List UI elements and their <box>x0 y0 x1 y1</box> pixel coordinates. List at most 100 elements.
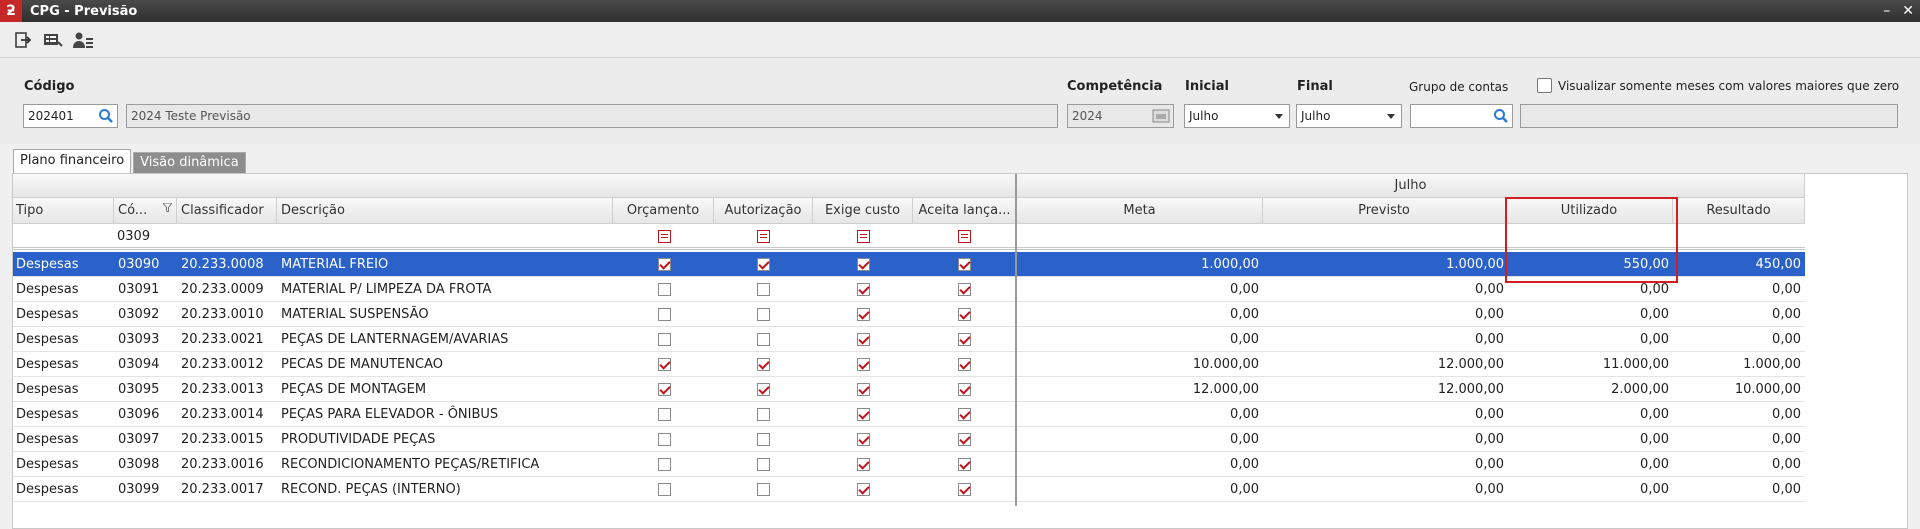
cell-orcamento <box>658 452 671 476</box>
cell-autorizacao <box>757 477 770 501</box>
aceita-checkbox[interactable] <box>958 482 971 496</box>
col-header-previsto[interactable]: Previsto <box>1263 198 1506 224</box>
exige-checkbox[interactable] <box>857 382 870 396</box>
filter-codigo[interactable]: 0309 <box>117 224 150 248</box>
autorizacao-checkbox[interactable] <box>757 332 770 346</box>
cell-resultado: 0,00 <box>1772 306 1801 322</box>
list-icon[interactable] <box>42 29 64 51</box>
visualizar-option[interactable]: Visualizar somente meses com valores mai… <box>1537 78 1899 93</box>
cell-previsto: 0,00 <box>1475 331 1504 347</box>
cell-tipo: Despesas <box>16 256 79 272</box>
col-header-exige-custo[interactable]: Exige custo <box>813 198 913 224</box>
autorizacao-checkbox[interactable] <box>757 307 770 321</box>
cell-codigo: 03098 <box>118 456 160 472</box>
aceita-checkbox[interactable] <box>958 407 971 421</box>
autorizacao-checkbox[interactable] <box>757 382 770 396</box>
cell-previsto: 12.000,00 <box>1437 381 1504 397</box>
visualizar-checkbox[interactable] <box>1537 78 1552 93</box>
col-header-tipo[interactable]: Tipo <box>13 198 114 224</box>
autorizacao-checkbox[interactable] <box>757 482 770 496</box>
aceita-checkbox[interactable] <box>958 332 971 346</box>
orcamento-checkbox[interactable] <box>658 332 671 346</box>
cell-descricao: RECONDICIONAMENTO PEÇAS/RETIFICA <box>281 456 540 472</box>
user-icon[interactable] <box>72 29 94 51</box>
cell-codigo: 03091 <box>118 281 160 297</box>
tab-plano-financeiro[interactable]: Plano financeiro <box>13 149 132 173</box>
cell-codigo: 03097 <box>118 431 160 447</box>
cell-tipo: Despesas <box>16 331 79 347</box>
tab-visao-dinamica[interactable]: Visão dinâmica <box>133 152 246 173</box>
filter-autorizacao[interactable] <box>757 224 770 248</box>
calendar-icon[interactable] <box>1152 108 1170 127</box>
frozen-separator <box>1015 174 1017 506</box>
aceita-checkbox[interactable] <box>958 307 971 321</box>
aceita-checkbox[interactable] <box>958 382 971 396</box>
exit-icon[interactable] <box>12 29 34 51</box>
orcamento-checkbox[interactable] <box>658 457 671 471</box>
autorizacao-checkbox[interactable] <box>757 257 770 271</box>
col-header-utilizado[interactable]: Utilizado <box>1506 198 1673 224</box>
codigo-field[interactable]: 202401 <box>23 104 118 128</box>
exige-checkbox[interactable] <box>857 307 870 321</box>
autorizacao-checkbox[interactable] <box>757 457 770 471</box>
autorizacao-checkbox[interactable] <box>757 432 770 446</box>
orcamento-checkbox[interactable] <box>658 257 671 271</box>
col-header-resultado[interactable]: Resultado <box>1673 198 1805 224</box>
col-header-meta[interactable]: Meta <box>1017 198 1263 224</box>
col-header-autorizacao[interactable]: Autorização <box>714 198 813 224</box>
exige-checkbox[interactable] <box>857 432 870 446</box>
competencia-field: 2024 <box>1067 104 1174 128</box>
exige-checkbox[interactable] <box>857 407 870 421</box>
search-icon[interactable] <box>1493 108 1509 127</box>
cell-previsto: 0,00 <box>1475 281 1504 297</box>
filter-aceita[interactable] <box>958 224 971 248</box>
cell-aceita <box>958 427 971 451</box>
orcamento-checkbox[interactable] <box>658 432 671 446</box>
aceita-checkbox[interactable] <box>958 457 971 471</box>
filter-icon[interactable] <box>161 201 174 216</box>
orcamento-checkbox[interactable] <box>658 382 671 396</box>
cell-orcamento <box>658 302 671 326</box>
search-icon[interactable] <box>98 108 114 127</box>
filter-checkbox[interactable] <box>757 229 770 243</box>
exige-checkbox[interactable] <box>857 282 870 296</box>
minimize-button[interactable]: – <box>1883 3 1890 19</box>
col-header-classificador[interactable]: Classificador <box>177 198 277 224</box>
autorizacao-checkbox[interactable] <box>757 282 770 296</box>
orcamento-checkbox[interactable] <box>658 407 671 421</box>
autorizacao-checkbox[interactable] <box>757 407 770 421</box>
col-header-orcamento[interactable]: Orçamento <box>613 198 714 224</box>
col-header-aceita[interactable]: Aceita lança... <box>913 198 1017 224</box>
final-select[interactable]: Julho <box>1296 104 1402 128</box>
exige-checkbox[interactable] <box>857 332 870 346</box>
grupo-field[interactable] <box>1410 104 1513 128</box>
cell-meta: 1.000,00 <box>1201 256 1259 272</box>
filter-checkbox[interactable] <box>658 229 671 243</box>
orcamento-checkbox[interactable] <box>658 307 671 321</box>
col-header-codigo[interactable]: Có... <box>114 198 177 224</box>
autorizacao-checkbox[interactable] <box>757 357 770 371</box>
cell-exige <box>857 452 870 476</box>
aceita-checkbox[interactable] <box>958 432 971 446</box>
orcamento-checkbox[interactable] <box>658 357 671 371</box>
filter-orcamento[interactable] <box>658 224 671 248</box>
aceita-checkbox[interactable] <box>958 357 971 371</box>
close-button[interactable]: ✕ <box>1902 3 1914 19</box>
chevron-down-icon <box>1387 114 1395 119</box>
orcamento-checkbox[interactable] <box>658 282 671 296</box>
cell-utilizado: 11.000,00 <box>1602 356 1669 372</box>
inicial-select[interactable]: Julho <box>1184 104 1290 128</box>
exige-checkbox[interactable] <box>857 357 870 371</box>
filter-exige[interactable] <box>857 224 870 248</box>
cell-exige <box>857 477 870 501</box>
col-header-descricao[interactable]: Descrição <box>277 198 613 224</box>
filter-checkbox[interactable] <box>958 229 971 243</box>
orcamento-checkbox[interactable] <box>658 482 671 496</box>
exige-checkbox[interactable] <box>857 257 870 271</box>
aceita-checkbox[interactable] <box>958 257 971 271</box>
filter-checkbox[interactable] <box>857 229 870 243</box>
exige-checkbox[interactable] <box>857 457 870 471</box>
cell-aceita <box>958 377 971 401</box>
exige-checkbox[interactable] <box>857 482 870 496</box>
aceita-checkbox[interactable] <box>958 282 971 296</box>
